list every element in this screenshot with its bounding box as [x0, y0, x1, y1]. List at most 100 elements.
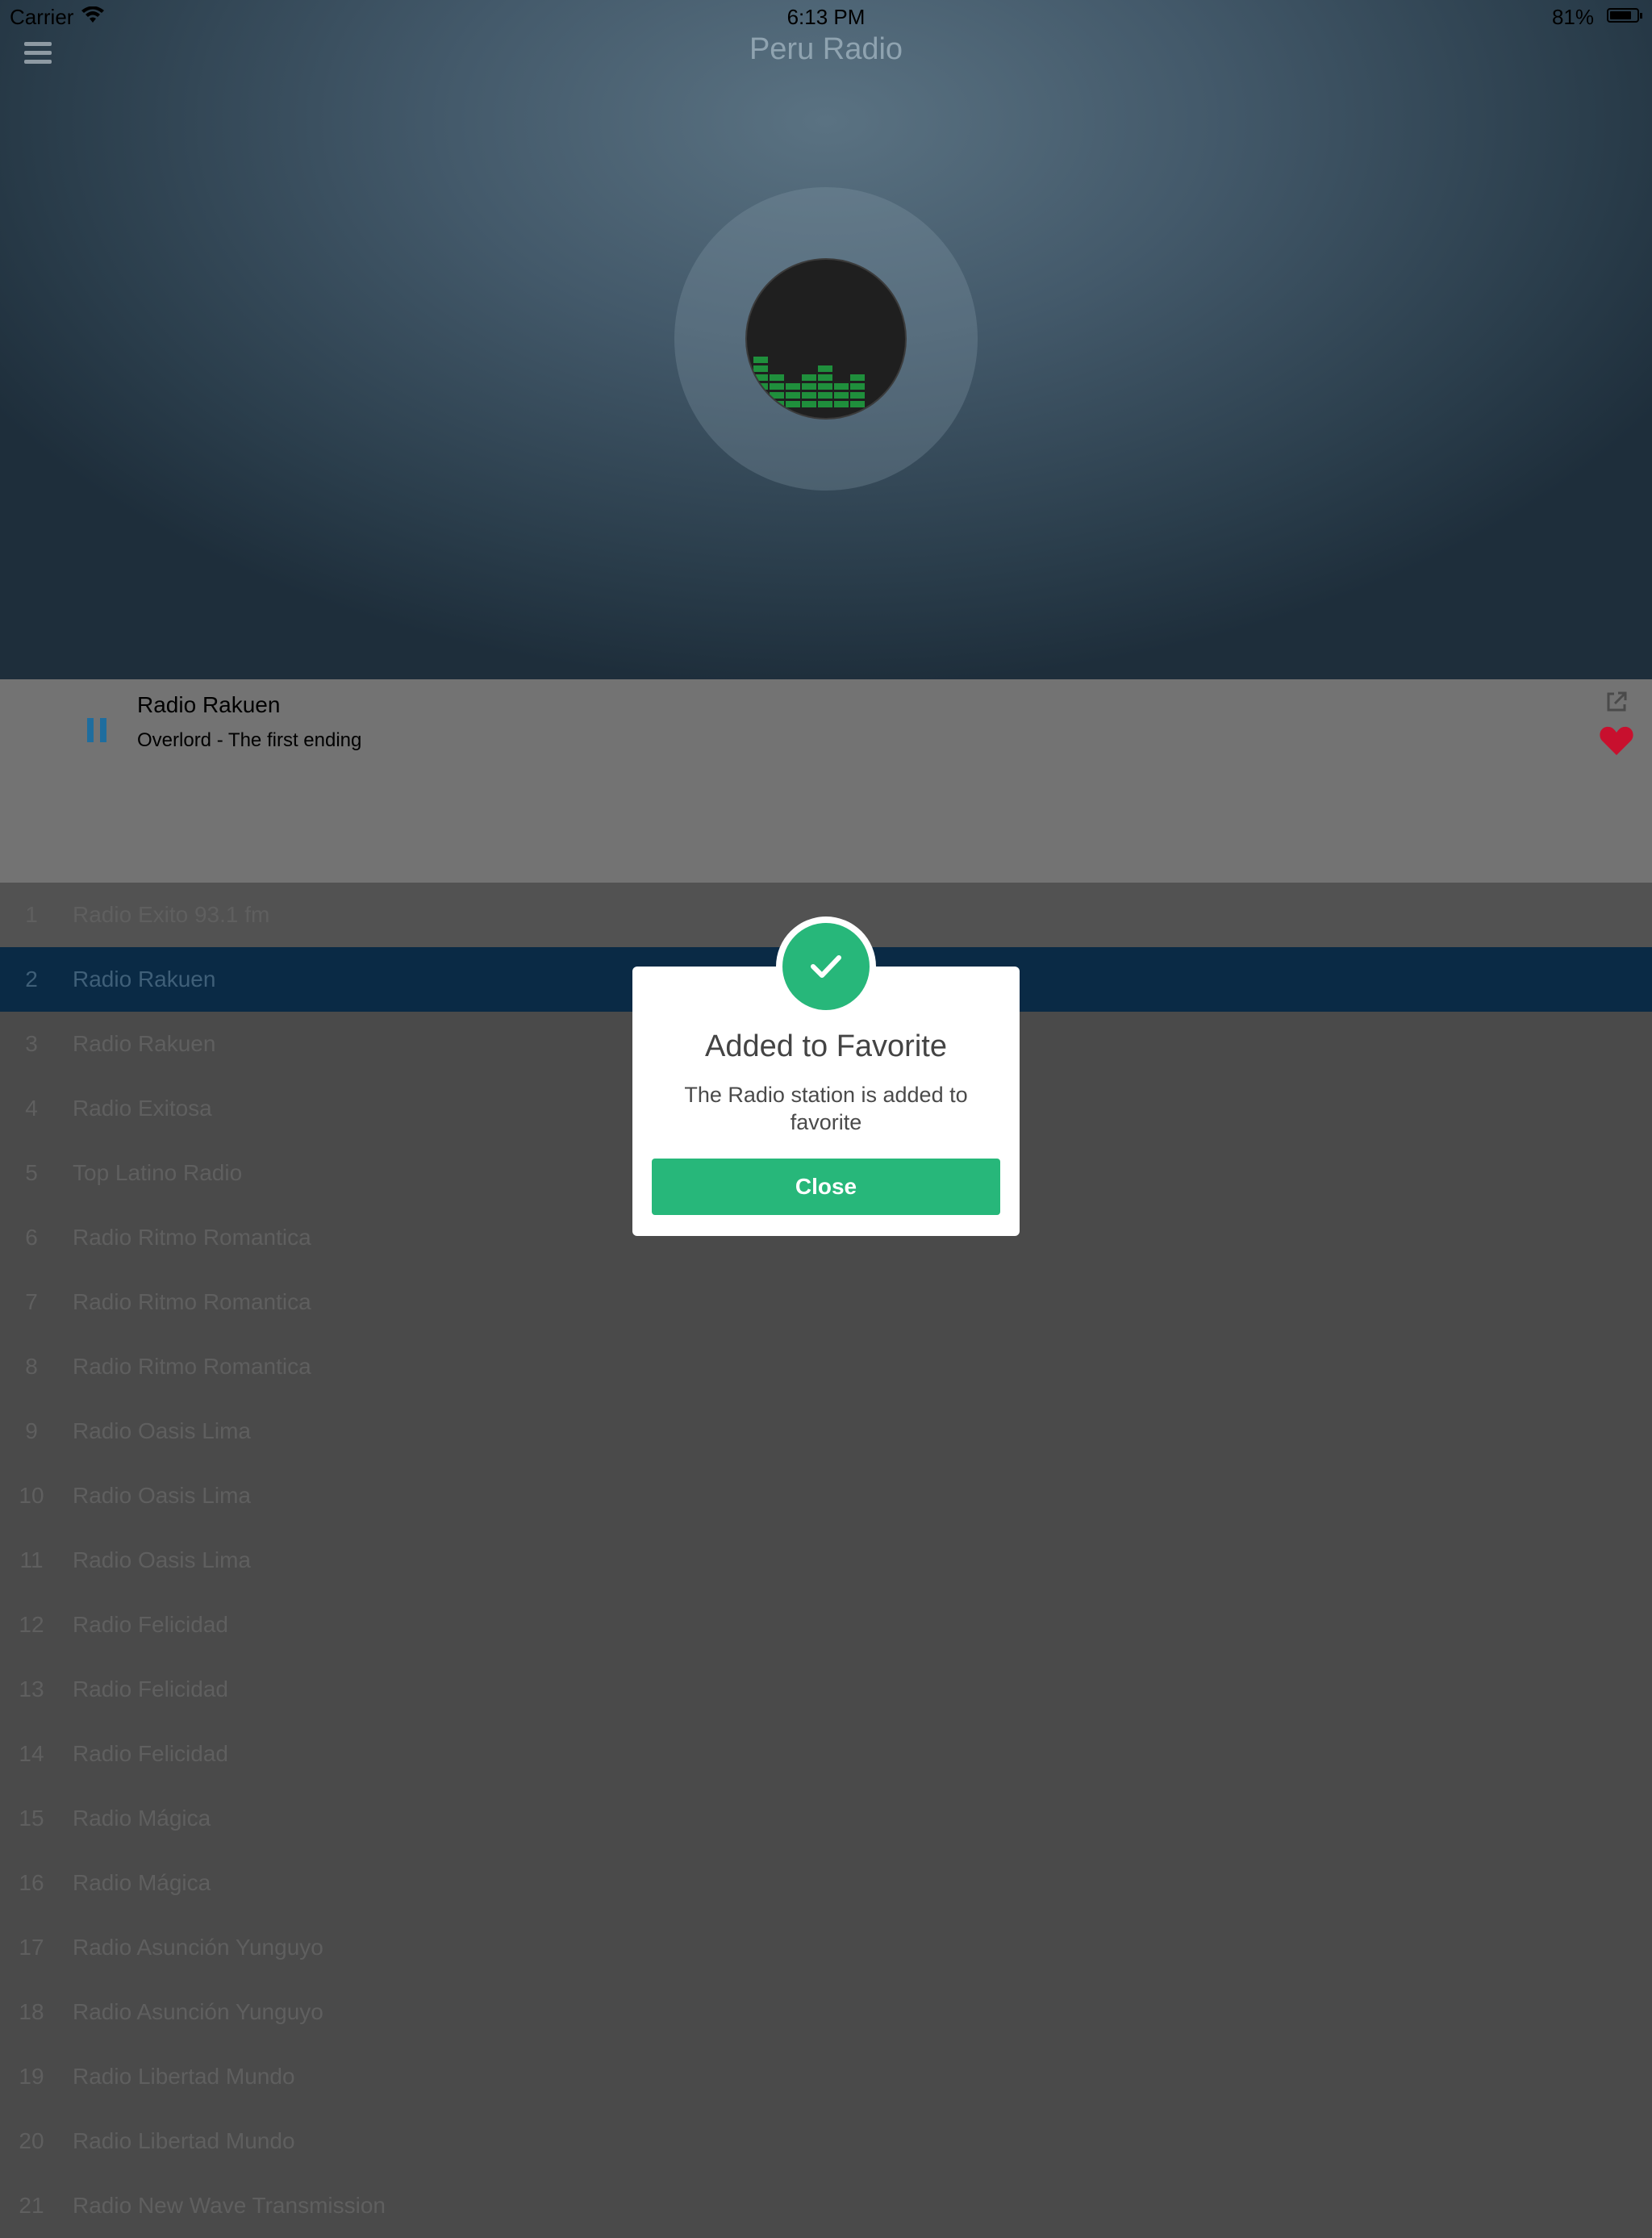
station-row[interactable]: 8 Radio Ritmo Romantica	[0, 1334, 1652, 1399]
equalizer-bar	[786, 392, 800, 399]
station-name: Radio Oasis Lima	[73, 1483, 251, 1508]
station-number: 5	[25, 1160, 38, 1185]
station-name: Radio Asunción Yunguyo	[73, 1999, 323, 2024]
equalizer-bar	[770, 392, 784, 399]
close-button[interactable]: Close	[652, 1159, 1000, 1215]
equalizer-bar	[770, 401, 784, 407]
station-row[interactable]: 15 Radio Mágica	[0, 1786, 1652, 1851]
station-number: 20	[19, 2128, 44, 2153]
station-row[interactable]: 18 Radio Asunción Yunguyo	[0, 1980, 1652, 2044]
station-row[interactable]: 9 Radio Oasis Lima	[0, 1399, 1652, 1463]
station-name: Radio Oasis Lima	[73, 1547, 251, 1572]
station-row[interactable]: 16 Radio Mágica	[0, 1851, 1652, 1915]
station-name: Radio Felicidad	[73, 1612, 228, 1637]
station-row[interactable]: 12 Radio Felicidad	[0, 1593, 1652, 1657]
station-name: Radio Felicidad	[73, 1676, 228, 1701]
station-name: Radio Rakuen	[73, 1031, 216, 1056]
station-row[interactable]: 17 Radio Asunción Yunguyo	[0, 1915, 1652, 1980]
equalizer-bar	[818, 383, 832, 390]
station-number: 12	[19, 1612, 44, 1637]
pause-button[interactable]	[87, 718, 106, 742]
equalizer-bar	[753, 401, 768, 407]
station-name: Radio Exito 93.1 fm	[73, 902, 270, 927]
station-number: 15	[19, 1806, 44, 1831]
station-number: 3	[25, 1031, 38, 1056]
equalizer-bar	[850, 383, 865, 390]
station-number: 1	[25, 902, 38, 927]
equalizer-bar	[786, 401, 800, 407]
dialog-message: The Radio station is added to favorite	[684, 1083, 968, 1134]
station-number: 2	[25, 967, 38, 992]
station-name: Radio Rakuen	[73, 967, 216, 992]
equalizer-bar	[834, 383, 849, 390]
favorite-heart-icon[interactable]	[1599, 724, 1634, 757]
station-row[interactable]: 20 Radio Libertad Mundo	[0, 2109, 1652, 2173]
current-track-name: Overlord - The first ending	[137, 729, 362, 751]
clock: 6:13 PM	[786, 5, 866, 29]
equalizer-bar	[834, 401, 849, 407]
station-number: 13	[19, 1676, 44, 1701]
dialog-title: Added to Favorite	[705, 1029, 947, 1063]
equalizer-bar	[802, 401, 816, 407]
equalizer-bar	[850, 374, 865, 381]
station-row[interactable]: 21 Radio New Wave Transmission	[0, 2173, 1652, 2238]
equalizer-bar	[850, 401, 865, 407]
equalizer-bar	[818, 392, 832, 399]
station-number: 18	[19, 1999, 44, 2024]
station-number: 21	[19, 2193, 44, 2218]
equalizer-bar	[770, 374, 784, 381]
station-number: 6	[25, 1225, 38, 1250]
station-number: 10	[19, 1483, 44, 1508]
success-check-icon	[776, 916, 876, 1017]
equalizer-bar	[818, 401, 832, 407]
equalizer-bar	[786, 383, 800, 390]
station-name: Radio New Wave Transmission	[73, 2193, 386, 2218]
equalizer-bar	[802, 383, 816, 390]
equalizer-bar	[753, 392, 768, 399]
station-name: Radio Asunción Yunguyo	[73, 1935, 323, 1960]
station-number: 9	[25, 1418, 38, 1443]
equalizer-bar	[753, 365, 768, 372]
station-name: Radio Mágica	[73, 1870, 211, 1895]
equalizer-bar	[818, 365, 832, 372]
equalizer-bar	[753, 374, 768, 381]
station-name: Radio Ritmo Romantica	[73, 1354, 311, 1379]
station-name: Radio Ritmo Romantica	[73, 1225, 311, 1250]
current-station-name: Radio Rakuen	[137, 692, 281, 717]
equalizer-bar	[802, 392, 816, 399]
station-row[interactable]: 14 Radio Felicidad	[0, 1722, 1652, 1786]
station-name: Radio Libertad Mundo	[73, 2128, 295, 2153]
station-number: 11	[19, 1547, 44, 1572]
equalizer-bar	[753, 357, 768, 363]
station-number: 14	[19, 1741, 44, 1766]
battery-percent: 81%	[1551, 5, 1594, 29]
station-name: Radio Felicidad	[73, 1741, 228, 1766]
station-row[interactable]: 19 Radio Libertad Mundo	[0, 2044, 1652, 2109]
station-name: Radio Oasis Lima	[73, 1418, 251, 1443]
equalizer-bar	[802, 374, 816, 381]
station-number: 8	[25, 1354, 38, 1379]
station-number: 16	[19, 1870, 44, 1895]
station-number: 17	[19, 1935, 44, 1960]
station-row[interactable]: 10 Radio Oasis Lima	[0, 1463, 1652, 1528]
station-number: 4	[25, 1096, 38, 1121]
equalizer-bar	[818, 374, 832, 381]
station-number: 19	[19, 2064, 44, 2089]
station-name: Radio Mágica	[73, 1806, 211, 1831]
app-title: Peru Radio	[749, 32, 903, 66]
equalizer-bar	[850, 392, 865, 399]
equalizer-bar	[753, 383, 768, 390]
station-name: Radio Ritmo Romantica	[73, 1289, 311, 1314]
station-row[interactable]: 7 Radio Ritmo Romantica	[0, 1270, 1652, 1334]
now-playing-hero: Peru Radio	[0, 0, 1652, 679]
favorite-added-dialog: Added to Favorite The Radio station is a…	[632, 916, 1020, 1236]
share-icon[interactable]	[1604, 689, 1629, 715]
station-name: Radio Exitosa	[73, 1096, 212, 1121]
station-row[interactable]: 13 Radio Felicidad	[0, 1657, 1652, 1722]
equalizer-icon	[753, 357, 865, 407]
station-name: Radio Libertad Mundo	[73, 2064, 295, 2089]
station-name: Top Latino Radio	[73, 1160, 243, 1185]
station-row[interactable]: 11 Radio Oasis Lima	[0, 1528, 1652, 1593]
equalizer-artwork	[745, 258, 907, 420]
station-number: 7	[25, 1289, 38, 1314]
